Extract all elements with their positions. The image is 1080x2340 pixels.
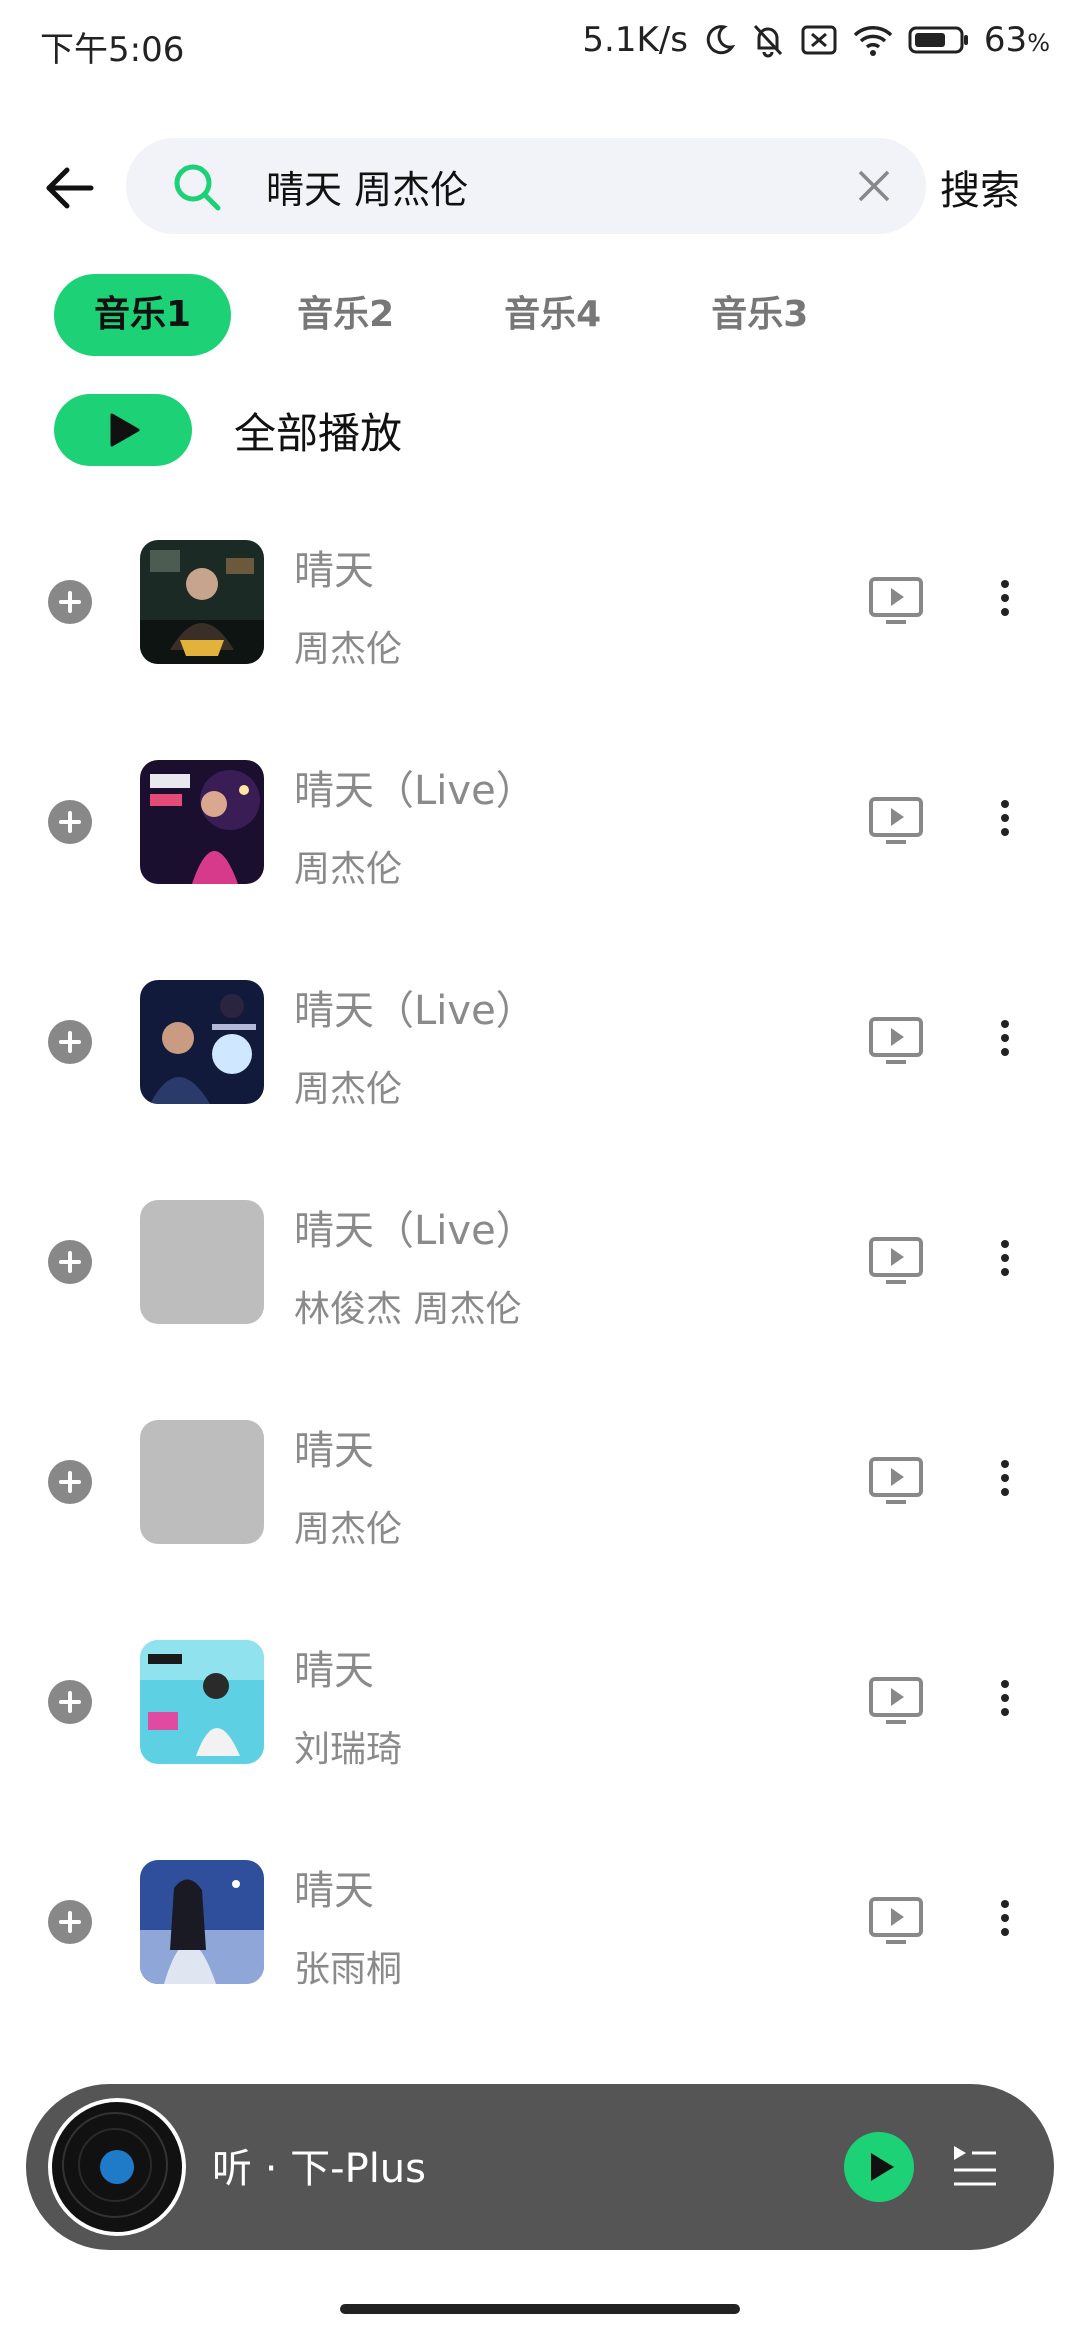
search-box[interactable] <box>126 138 926 234</box>
song-title: 晴天（Live） <box>294 988 536 1034</box>
more-options-icon[interactable] <box>990 1234 1020 1290</box>
home-indicator[interactable] <box>340 2304 740 2314</box>
network-speed: 5.1K/s <box>582 20 688 60</box>
song-artist: 刘瑞琦 <box>294 1729 403 1770</box>
song-artist: 周杰伦 <box>294 1069 403 1110</box>
song-list: 晴天 周杰伦 晴天（Live） 周杰伦 晴天（Live） 周杰伦 晴天（Live… <box>0 516 1080 2056</box>
play-icon <box>110 413 140 447</box>
mini-player[interactable]: 听 · 下-Plus <box>26 2084 1054 2250</box>
song-artist: 周杰伦 <box>294 849 403 890</box>
album-cover <box>140 1860 264 1984</box>
search-input[interactable] <box>266 152 826 220</box>
add-icon[interactable] <box>48 1900 92 1944</box>
song-title: 晴天 <box>294 1868 374 1914</box>
status-icons: 5.1K/s 63% <box>582 20 1050 60</box>
play-icon <box>871 2153 894 2181</box>
mv-video-icon[interactable] <box>868 1676 924 1726</box>
song-title: 晴天 <box>294 1428 374 1474</box>
tab-music-2[interactable]: 音乐2 <box>253 274 438 356</box>
status-time: 下午5:06 <box>40 30 185 70</box>
album-cover-placeholder <box>140 1420 264 1544</box>
more-options-icon[interactable] <box>990 1014 1020 1070</box>
play-all-label[interactable]: 全部播放 <box>234 400 402 461</box>
song-title: 晴天（Live） <box>294 1208 536 1254</box>
song-row[interactable]: 晴天 张雨桐 <box>0 1836 1080 2056</box>
album-cover <box>140 760 264 884</box>
status-bar: 下午5:06 5.1K/s 63% <box>0 0 1080 96</box>
song-title: 晴天 <box>294 548 374 594</box>
add-icon[interactable] <box>48 580 92 624</box>
vinyl-disc-icon[interactable] <box>48 2098 186 2236</box>
battery-percent: 63% <box>983 20 1050 60</box>
album-cover <box>140 980 264 1104</box>
more-options-icon[interactable] <box>990 1454 1020 1510</box>
song-artist: 周杰伦 <box>294 629 403 670</box>
add-icon[interactable] <box>48 1460 92 1504</box>
mv-video-icon[interactable] <box>868 796 924 846</box>
mv-video-icon[interactable] <box>868 1456 924 1506</box>
now-playing-title[interactable]: 听 · 下-Plus <box>212 2136 426 2194</box>
play-all-button[interactable] <box>54 394 192 466</box>
search-button[interactable]: 搜索 <box>940 158 1020 216</box>
song-artist: 周杰伦 <box>294 1509 403 1550</box>
back-button[interactable] <box>40 158 100 218</box>
mv-video-icon[interactable] <box>868 576 924 626</box>
add-icon[interactable] <box>48 800 92 844</box>
more-options-icon[interactable] <box>990 1894 1020 1950</box>
tab-music-4[interactable]: 音乐4 <box>460 274 645 356</box>
more-options-icon[interactable] <box>990 574 1020 630</box>
album-cover <box>140 540 264 664</box>
tab-music-1[interactable]: 音乐1 <box>54 274 232 356</box>
album-cover <box>140 1640 264 1764</box>
album-cover-placeholder <box>140 1200 264 1324</box>
playlist-queue-icon[interactable] <box>950 2140 1000 2190</box>
sim-off-icon <box>800 23 838 57</box>
mv-video-icon[interactable] <box>868 1016 924 1066</box>
wifi-icon <box>852 23 894 57</box>
bell-off-icon <box>750 22 786 58</box>
category-tabs: 音乐1 音乐2 音乐4 音乐3 <box>54 274 874 356</box>
song-row[interactable]: 晴天 刘瑞琦 <box>0 1616 1080 1836</box>
song-row[interactable]: 晴天 周杰伦 <box>0 516 1080 736</box>
more-options-icon[interactable] <box>990 1674 1020 1730</box>
clear-icon[interactable] <box>852 164 896 208</box>
song-row[interactable]: 晴天（Live） 周杰伦 <box>0 956 1080 1176</box>
battery-icon <box>908 25 970 55</box>
moon-icon <box>702 23 736 57</box>
song-row[interactable]: 晴天 周杰伦 <box>0 1396 1080 1616</box>
mv-video-icon[interactable] <box>868 1896 924 1946</box>
arrow-left-icon <box>46 167 94 209</box>
song-row[interactable]: 晴天（Live） 周杰伦 <box>0 736 1080 956</box>
player-play-button[interactable] <box>844 2132 914 2202</box>
add-icon[interactable] <box>48 1240 92 1284</box>
song-row[interactable]: 晴天（Live） 林俊杰 周杰伦 <box>0 1176 1080 1396</box>
add-icon[interactable] <box>48 1020 92 1064</box>
song-artist: 林俊杰 周杰伦 <box>294 1289 522 1330</box>
add-icon[interactable] <box>48 1680 92 1724</box>
search-icon <box>174 164 221 211</box>
song-artist: 张雨桐 <box>294 1949 403 1990</box>
tab-music-3[interactable]: 音乐3 <box>667 274 852 356</box>
song-title: 晴天 <box>294 1648 374 1694</box>
mv-video-icon[interactable] <box>868 1236 924 1286</box>
more-options-icon[interactable] <box>990 794 1020 850</box>
song-title: 晴天（Live） <box>294 768 536 814</box>
